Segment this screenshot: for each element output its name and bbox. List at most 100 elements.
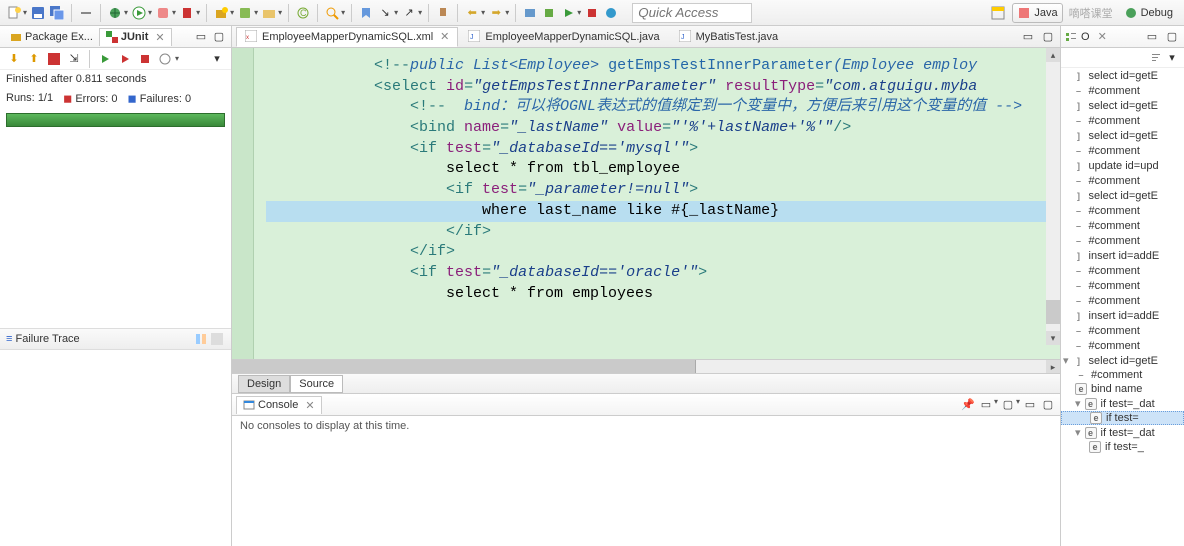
outline-item[interactable]: ▾]select id=getE	[1061, 128, 1184, 143]
close-icon[interactable]: ✕	[305, 399, 314, 412]
next-annotation-icon[interactable]: ↘	[377, 5, 393, 21]
dropdown-icon[interactable]: ▾	[418, 8, 422, 17]
code-line[interactable]: select * from employees	[266, 285, 653, 302]
code-line[interactable]: <bind name="_lastName" value="'%'+lastNa…	[266, 119, 851, 136]
collapse-icon[interactable]: ▾	[1063, 354, 1069, 367]
code-body[interactable]: <!--public List<Employee> getEmpsTestInn…	[254, 48, 1060, 359]
outline-item[interactable]: ▾–#comment	[1061, 263, 1184, 278]
dropdown-icon[interactable]: ▾	[148, 8, 152, 17]
outline-item[interactable]: ▾–#comment	[1061, 218, 1184, 233]
maximize-icon[interactable]: ▢	[1040, 29, 1056, 45]
search-icon[interactable]	[324, 5, 340, 21]
save-all-icon[interactable]	[49, 5, 65, 21]
deploy-icon[interactable]	[541, 5, 557, 21]
sort-icon[interactable]	[1148, 50, 1164, 66]
run-last-icon[interactable]	[155, 5, 171, 21]
code-line[interactable]: <if test="_databaseId=='oracle'">	[266, 264, 707, 281]
outline-item[interactable]: ▾eif test=_dat	[1061, 425, 1184, 440]
minimize-icon[interactable]: ▭	[1020, 29, 1036, 45]
gutter[interactable]	[232, 48, 254, 359]
forward-icon[interactable]: ➡	[488, 5, 504, 21]
close-icon[interactable]: ✕	[440, 30, 449, 43]
toggle-breadcrumb-icon[interactable]	[78, 5, 94, 21]
filter-stack-icon[interactable]	[209, 331, 225, 347]
maximize-icon[interactable]: ▢	[1164, 29, 1180, 45]
collapse-icon[interactable]: ▾	[1075, 397, 1081, 410]
dropdown-icon[interactable]: ▾	[278, 8, 282, 17]
dropdown-icon[interactable]: ▾	[196, 8, 200, 17]
outline-item[interactable]: ▾–#comment	[1061, 113, 1184, 128]
editor-tab[interactable]: JMyBatisTest.java	[670, 27, 788, 47]
dropdown-icon[interactable]: ▾	[230, 8, 234, 17]
rerun-test-icon[interactable]	[97, 51, 113, 67]
toggle-mark-icon[interactable]	[358, 5, 374, 21]
code-line[interactable]: <!-- bind：可以将OGNL表达式的值绑定到一个变量中，方便后来引用这个变…	[266, 98, 1022, 115]
code-editor[interactable]: <!--public List<Employee> getEmpsTestInn…	[232, 48, 1060, 359]
maximize-icon[interactable]: ▢	[1040, 397, 1056, 413]
outline-item[interactable]: ▾eif test=_dat	[1061, 396, 1184, 411]
vertical-scrollbar[interactable]: ▴ ▾	[1046, 48, 1060, 345]
view-menu-icon[interactable]: ▾	[209, 51, 225, 67]
history-icon[interactable]	[157, 51, 173, 67]
outline-item[interactable]: ▾–#comment	[1061, 278, 1184, 293]
external-tools-icon[interactable]	[179, 5, 195, 21]
dropdown-icon[interactable]: ▾	[254, 8, 258, 17]
outline-list[interactable]: ▾]select id=getE▾–#comment▾]select id=ge…	[1061, 68, 1184, 546]
editor-tab[interactable]: xEmployeeMapperDynamicSQL.xml✕	[236, 27, 458, 47]
pin-console-icon[interactable]: 📌	[960, 397, 976, 413]
failure-trace-body[interactable]	[0, 350, 231, 546]
outline-item[interactable]: eif test=	[1061, 411, 1184, 425]
dropdown-icon[interactable]: ▾	[481, 8, 485, 17]
next-failure-icon[interactable]: ⬇	[6, 51, 22, 67]
code-line[interactable]: </if>	[266, 243, 455, 260]
code-line[interactable]: </if>	[266, 223, 491, 240]
java-perspective[interactable]: Java	[1012, 3, 1062, 23]
dropdown-icon[interactable]: ▾	[124, 8, 128, 17]
minimize-icon[interactable]: ▭	[1022, 397, 1038, 413]
code-line[interactable]: select * from tbl_employee	[266, 160, 680, 177]
outline-item[interactable]: ▾–#comment	[1061, 143, 1184, 158]
outline-item[interactable]: ▾]select id=getE	[1061, 188, 1184, 203]
debug-icon[interactable]	[107, 5, 123, 21]
close-icon[interactable]: ✕	[1098, 30, 1107, 43]
open-type-icon[interactable]: C	[295, 5, 311, 21]
code-line[interactable]: <if test="_parameter!=null">	[266, 181, 698, 198]
outline-item[interactable]: ▾–#comment	[1061, 173, 1184, 188]
outline-item[interactable]: eif test=_	[1061, 440, 1184, 454]
editor-tab[interactable]: JEmployeeMapperDynamicSQL.java	[459, 27, 668, 47]
horizontal-scrollbar[interactable]: ◂▸	[232, 359, 1060, 373]
new-package-icon[interactable]	[213, 5, 229, 21]
dropdown-icon[interactable]: ▾	[394, 8, 398, 17]
debug-perspective[interactable]: Debug	[1119, 3, 1178, 23]
stop-icon[interactable]	[137, 51, 153, 67]
open-perspective-icon[interactable]	[990, 5, 1006, 21]
outline-item[interactable]: –#comment	[1061, 368, 1184, 382]
maximize-icon[interactable]: ▢	[211, 29, 227, 45]
scroll-lock-icon[interactable]: ⇲	[66, 51, 82, 67]
outline-item[interactable]: ▾–#comment	[1061, 203, 1184, 218]
code-line[interactable]: <!--public List<Employee> getEmpsTestInn…	[266, 57, 977, 74]
show-failures-only-icon[interactable]	[46, 51, 62, 67]
console-tab[interactable]: Console ✕	[236, 396, 322, 414]
new-server-icon[interactable]	[522, 5, 538, 21]
quick-access-input[interactable]	[632, 3, 752, 23]
outline-item[interactable]: ▾–#comment	[1061, 323, 1184, 338]
new-menu-icon[interactable]	[6, 5, 22, 21]
dropdown-icon[interactable]: ▾	[23, 8, 27, 17]
run-icon[interactable]	[131, 5, 147, 21]
outline-item[interactable]: ▾]select id=getE	[1061, 68, 1184, 83]
junit-tab[interactable]: JUnit ✕	[99, 28, 172, 46]
outline-item[interactable]: ▾–#comment	[1061, 338, 1184, 353]
outline-item[interactable]: ▾]insert id=addE	[1061, 308, 1184, 323]
collapse-icon[interactable]: ▾	[1075, 426, 1081, 439]
code-line[interactable]: <if test="_databaseId=='mysql'">	[266, 140, 698, 157]
stop-server-icon[interactable]	[584, 5, 600, 21]
start-server-icon[interactable]	[560, 5, 576, 21]
outline-item[interactable]: ▾–#comment	[1061, 293, 1184, 308]
junit-tree[interactable]	[0, 131, 231, 328]
close-icon[interactable]: ✕	[155, 31, 164, 44]
minimize-icon[interactable]: ▭	[1144, 29, 1160, 45]
outline-item[interactable]: ▾]select id=getE	[1061, 98, 1184, 113]
dropdown-icon[interactable]: ▾	[341, 8, 345, 17]
publish-icon[interactable]	[603, 5, 619, 21]
